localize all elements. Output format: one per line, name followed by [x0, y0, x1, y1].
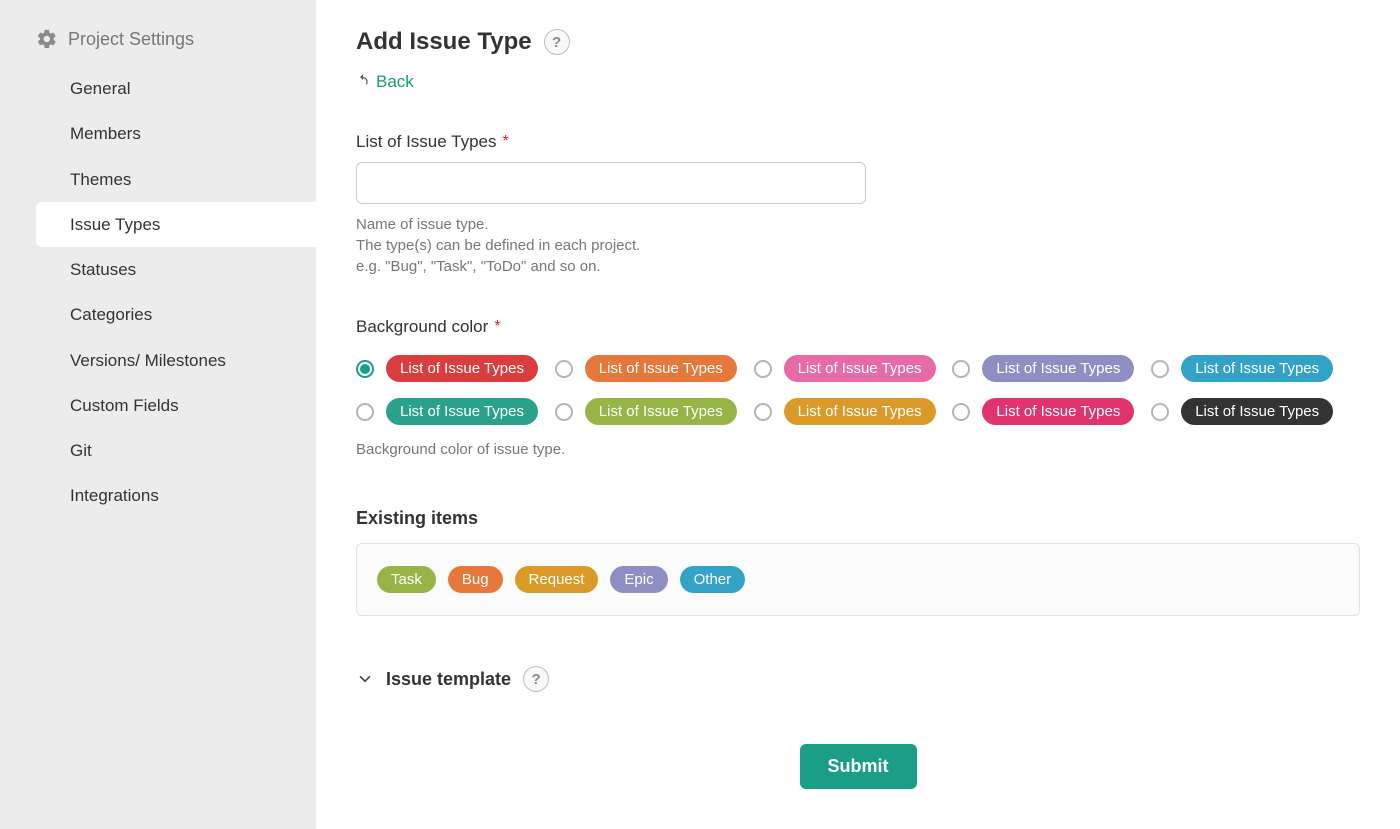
color-option-3[interactable]: List of Issue Types	[754, 355, 939, 382]
sidebar-item-git[interactable]: Git	[0, 428, 316, 473]
required-icon: *	[494, 318, 500, 336]
list-of-issue-types-field: List of Issue Types * Name of issue type…	[356, 132, 1360, 277]
list-hint-line: Name of issue type.	[356, 214, 1360, 235]
radio-icon	[555, 360, 573, 378]
color-swatch-pill: List of Issue Types	[1181, 398, 1333, 425]
list-hint-line: e.g. "Bug", "Task", "ToDo" and so on.	[356, 256, 1360, 277]
radio-icon	[952, 360, 970, 378]
radio-icon	[1151, 403, 1169, 421]
issue-type-name-input[interactable]	[356, 162, 866, 204]
submit-button[interactable]: Submit	[800, 744, 917, 789]
radio-icon	[356, 360, 374, 378]
color-option-8[interactable]: List of Issue Types	[754, 398, 939, 425]
existing-items-title: Existing items	[356, 508, 1360, 529]
existing-item-bug: Bug	[448, 566, 503, 593]
radio-icon	[555, 403, 573, 421]
existing-item-task: Task	[377, 566, 436, 593]
color-option-5[interactable]: List of Issue Types	[1151, 355, 1336, 382]
color-field-label-text: Background color	[356, 317, 488, 337]
sidebar-item-members[interactable]: Members	[0, 111, 316, 156]
color-option-4[interactable]: List of Issue Types	[952, 355, 1137, 382]
color-option-6[interactable]: List of Issue Types	[356, 398, 541, 425]
existing-item-other: Other	[680, 566, 746, 593]
list-field-hint: Name of issue type. The type(s) can be d…	[356, 214, 1360, 277]
color-swatch-pill: List of Issue Types	[585, 398, 737, 425]
sidebar-item-general[interactable]: General	[0, 66, 316, 111]
radio-icon	[1151, 360, 1169, 378]
color-swatch-pill: List of Issue Types	[1181, 355, 1333, 382]
submit-row: Submit	[356, 744, 1360, 789]
issue-template-toggle[interactable]: Issue template ?	[356, 666, 1360, 692]
existing-item-request: Request	[515, 566, 599, 593]
radio-icon	[952, 403, 970, 421]
gear-icon	[36, 28, 58, 50]
sidebar-item-integrations[interactable]: Integrations	[0, 473, 316, 518]
page-header: Add Issue Type ?	[356, 28, 1360, 56]
back-link[interactable]: Back	[376, 72, 414, 92]
color-option-2[interactable]: List of Issue Types	[555, 355, 740, 382]
sidebar-item-versions-milestones[interactable]: Versions/ Milestones	[0, 338, 316, 383]
sidebar-nav: GeneralMembersThemesIssue TypesStatusesC…	[0, 66, 316, 519]
existing-items-section: Existing items Task Bug Request Epic Other	[356, 508, 1360, 616]
sidebar-item-categories[interactable]: Categories	[0, 292, 316, 337]
list-hint-line: The type(s) can be defined in each proje…	[356, 235, 1360, 256]
color-field-hint: Background color of issue type.	[356, 439, 1360, 460]
sidebar-item-themes[interactable]: Themes	[0, 157, 316, 202]
color-swatch-pill: List of Issue Types	[982, 398, 1134, 425]
color-swatch-pill: List of Issue Types	[386, 355, 538, 382]
help-icon[interactable]: ?	[523, 666, 549, 692]
radio-icon	[754, 403, 772, 421]
list-field-label: List of Issue Types *	[356, 132, 1360, 152]
sidebar-item-custom-fields[interactable]: Custom Fields	[0, 383, 316, 428]
color-option-10[interactable]: List of Issue Types	[1151, 398, 1336, 425]
radio-icon	[754, 360, 772, 378]
color-swatch-pill: List of Issue Types	[784, 398, 936, 425]
required-icon: *	[502, 133, 508, 151]
sidebar-title: Project Settings	[68, 29, 194, 50]
color-options-grid: List of Issue Types List of Issue Types Li…	[356, 355, 1336, 425]
color-swatch-pill: List of Issue Types	[386, 398, 538, 425]
main: Add Issue Type ? Back List of Issue Type…	[316, 0, 1400, 829]
color-swatch-pill: List of Issue Types	[784, 355, 936, 382]
sidebar-item-statuses[interactable]: Statuses	[0, 247, 316, 292]
page-title: Add Issue Type	[356, 28, 532, 56]
radio-icon	[356, 403, 374, 421]
existing-item-epic: Epic	[610, 566, 667, 593]
existing-items-box: Task Bug Request Epic Other	[356, 543, 1360, 616]
undo-icon	[356, 72, 370, 92]
color-swatch-pill: List of Issue Types	[982, 355, 1134, 382]
color-option-7[interactable]: List of Issue Types	[555, 398, 740, 425]
sidebar-header: Project Settings	[0, 24, 316, 66]
chevron-down-icon	[356, 670, 374, 688]
help-icon[interactable]: ?	[544, 29, 570, 55]
sidebar: Project Settings GeneralMembersThemesIss…	[0, 0, 316, 829]
color-field-label: Background color *	[356, 317, 1360, 337]
color-option-1[interactable]: List of Issue Types	[356, 355, 541, 382]
list-field-label-text: List of Issue Types	[356, 132, 496, 152]
sidebar-item-issue-types[interactable]: Issue Types	[36, 202, 316, 247]
background-color-field: Background color * List of Issue TypesLi…	[356, 317, 1360, 460]
color-swatch-pill: List of Issue Types	[585, 355, 737, 382]
back-row: Back	[356, 72, 1360, 92]
issue-template-title: Issue template	[386, 669, 511, 690]
color-option-9[interactable]: List of Issue Types	[952, 398, 1137, 425]
